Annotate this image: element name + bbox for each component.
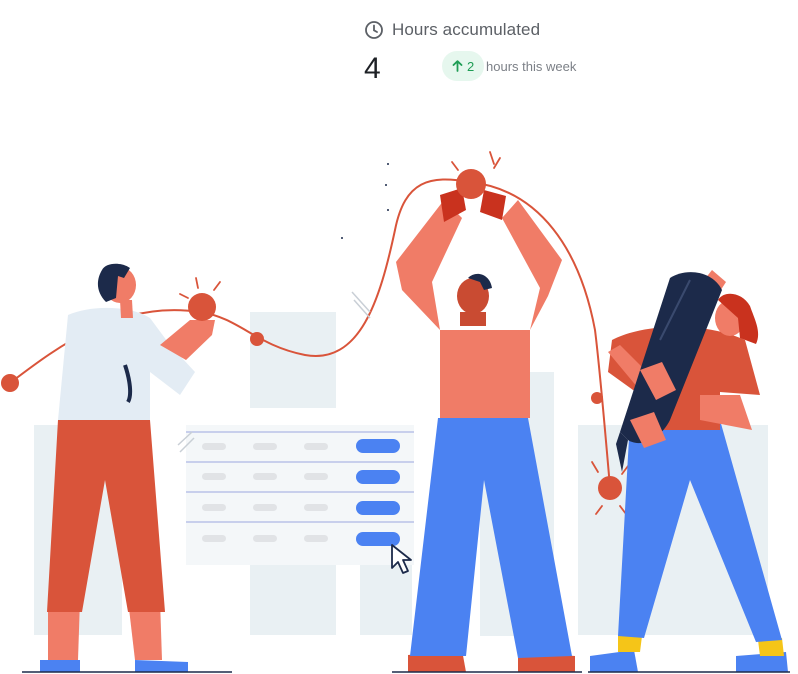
decorative-marks [341,163,389,239]
team-illustration [1,151,790,673]
table-card [186,425,414,574]
